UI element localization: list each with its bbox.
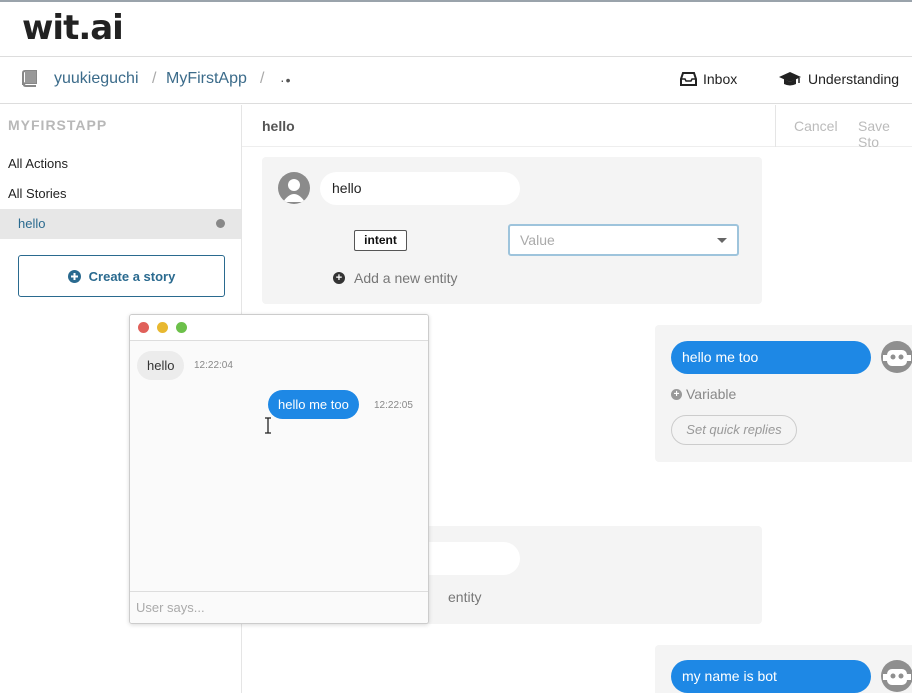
book-icon xyxy=(22,70,37,87)
bot-avatar-icon xyxy=(881,660,912,692)
bot-avatar-icon xyxy=(881,341,912,373)
breadcrumb-separator: / xyxy=(260,70,265,87)
add-entity-label: Add a new entity xyxy=(354,270,458,286)
nav-inbox[interactable]: Inbox xyxy=(680,71,737,87)
sidebar-title: MYFIRSTAPP xyxy=(8,117,108,133)
story-header: hello Cancel Save Sto xyxy=(242,105,912,150)
bot-message[interactable]: hello me too xyxy=(671,341,871,374)
text-cursor-icon xyxy=(265,417,271,434)
add-entity-button[interactable]: entity xyxy=(448,589,481,605)
breadcrumb-separator: / xyxy=(152,70,157,87)
wit-logo[interactable]: wit.ai xyxy=(22,8,124,48)
entity-value-select[interactable]: Value xyxy=(508,224,739,256)
chat-test-window[interactable]: hello 12:22:04 hello me too 12:22:05 Use… xyxy=(129,314,429,624)
close-window-button[interactable] xyxy=(138,322,149,333)
chat-bot-message: hello me too xyxy=(268,390,359,419)
chat-user-message: hello xyxy=(137,351,185,380)
chevron-down-icon xyxy=(717,238,727,243)
user-avatar-icon xyxy=(278,172,310,204)
entity-value-placeholder: Value xyxy=(520,232,555,248)
chat-input[interactable]: User says... xyxy=(130,591,428,623)
top-bar: wit.ai xyxy=(0,0,912,57)
create-story-button[interactable]: Create a story xyxy=(18,255,225,297)
user-message[interactable]: hello xyxy=(320,172,520,205)
sidebar-item-label: hello xyxy=(18,216,46,231)
chat-timestamp: 12:22:04 xyxy=(194,360,233,371)
breadcrumb-user[interactable]: yuukieguchi xyxy=(54,70,139,88)
inbox-icon xyxy=(680,72,697,86)
entity-tag-intent[interactable]: intent xyxy=(354,230,407,251)
quick-replies-button[interactable]: Set quick replies xyxy=(671,415,797,445)
save-story-button[interactable]: Save Sto xyxy=(858,118,912,150)
header-divider xyxy=(775,105,776,147)
add-entity-label: entity xyxy=(448,589,482,605)
nav-inbox-label: Inbox xyxy=(703,71,738,87)
add-entity-button[interactable]: + Add a new entity xyxy=(333,270,458,286)
sidebar-item-hello[interactable]: hello xyxy=(0,209,241,239)
bot-message[interactable]: my name is bot xyxy=(671,660,871,693)
user-turn-card: hello intent Value + Add a new entity xyxy=(262,157,762,304)
plus-circle-icon: + xyxy=(333,272,345,284)
bot-turn-card: my name is bot xyxy=(655,645,912,693)
bot-turn-card: hello me too + Variable Set quick replie… xyxy=(655,325,912,462)
breadcrumb-app[interactable]: MyFirstApp xyxy=(166,70,247,88)
graduation-cap-icon xyxy=(779,72,801,86)
sidebar-item-all-stories[interactable]: All Stories xyxy=(0,179,241,209)
create-story-label: Create a story xyxy=(88,268,176,284)
plus-circle-icon: + xyxy=(671,388,682,400)
chat-timestamp: 12:22:05 xyxy=(374,400,413,411)
nav-understanding-label: Understanding xyxy=(808,71,900,87)
minimize-window-button[interactable] xyxy=(157,322,168,333)
cancel-button[interactable]: Cancel xyxy=(794,118,838,134)
breadcrumb-more[interactable]: ·• xyxy=(280,72,292,88)
sidebar-item-all-actions[interactable]: All Actions xyxy=(0,149,241,179)
nav-understanding[interactable]: Understanding xyxy=(778,71,899,87)
variable-label: Variable xyxy=(686,386,737,402)
chat-titlebar[interactable] xyxy=(130,315,428,341)
plus-circle-icon xyxy=(67,269,81,283)
breadcrumb: yuukieguchi / MyFirstApp / ·• Inbox Unde… xyxy=(0,57,912,104)
maximize-window-button[interactable] xyxy=(176,322,187,333)
add-variable-button[interactable]: + Variable xyxy=(671,386,736,402)
unsaved-dot xyxy=(216,219,225,228)
story-title[interactable]: hello xyxy=(262,118,295,134)
